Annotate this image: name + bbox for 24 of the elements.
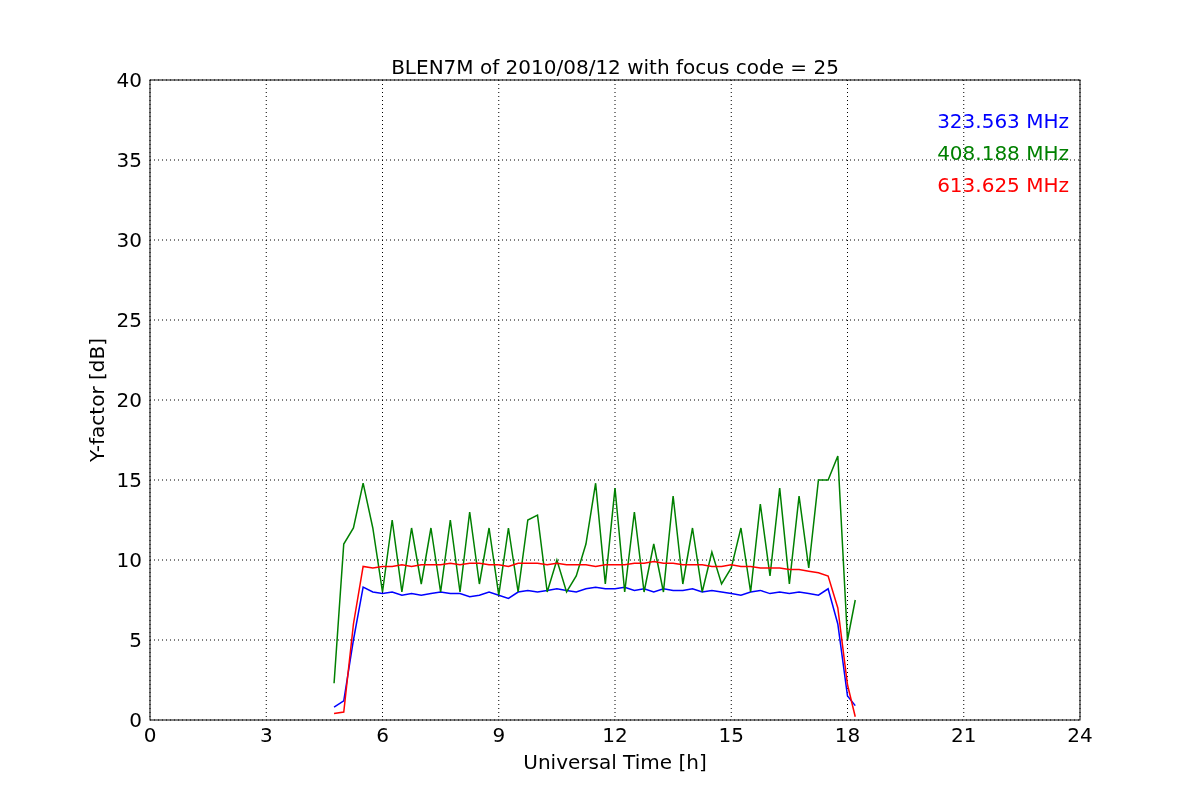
y-tick-label: 40 <box>116 68 142 92</box>
y-tick-label: 0 <box>129 708 142 732</box>
x-tick-label: 3 <box>259 723 273 747</box>
x-tick-label: 0 <box>143 723 157 747</box>
x-tick-label: 6 <box>376 723 389 747</box>
legend-label: 613.625 MHz <box>937 173 1069 197</box>
x-tick-label: 15 <box>718 723 744 747</box>
y-tick-label: 20 <box>116 388 142 412</box>
chart-title: BLEN7M of 2010/08/12 with focus code = 25 <box>391 55 839 79</box>
x-axis-label: Universal Time [h] <box>523 750 707 774</box>
y-tick-label: 25 <box>116 308 142 332</box>
x-tick-label: 24 <box>1067 723 1093 747</box>
legend-label: 323.563 MHz <box>937 109 1069 133</box>
y-axis-label: Y-factor [dB] <box>85 338 109 462</box>
x-tick-label: 9 <box>492 723 506 747</box>
x-tick-label: 12 <box>602 723 628 747</box>
x-tick-label: 18 <box>834 723 861 747</box>
y-tick-label: 30 <box>116 228 142 252</box>
y-tick-label: 35 <box>116 148 142 172</box>
y-tick-label: 15 <box>116 468 142 492</box>
y-tick-label: 10 <box>116 548 142 572</box>
y-tick-label: 5 <box>129 628 142 652</box>
x-tick-label: 21 <box>951 723 977 747</box>
legend-label: 408.188 MHz <box>937 141 1069 165</box>
